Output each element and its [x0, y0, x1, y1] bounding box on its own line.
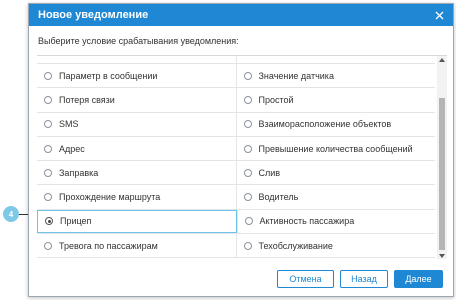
radio-icon[interactable]	[44, 241, 52, 250]
condition-label: Прохождение маршрута	[59, 192, 161, 203]
condition-label: Значение датчика	[258, 70, 334, 81]
condition-row: Заправка Слив	[37, 161, 436, 186]
radio-icon[interactable]	[44, 120, 52, 129]
condition-option[interactable]: Значение датчика	[235, 64, 436, 88]
radio-icon[interactable]	[243, 144, 252, 153]
condition-label: Прицеп	[60, 216, 92, 227]
radio-icon[interactable]	[243, 193, 252, 202]
radio-icon[interactable]	[44, 168, 52, 177]
condition-row: Потеря связи Простой	[37, 88, 436, 113]
condition-label: Превышение количества сообщений	[258, 143, 413, 154]
condition-option[interactable]: Взаиморасположение объектов	[235, 112, 436, 136]
condition-option[interactable]: Активность пассажира	[236, 209, 436, 234]
radio-icon[interactable]	[243, 241, 252, 250]
condition-label: Потеря связи	[59, 94, 115, 105]
condition-label: Водитель	[258, 192, 299, 203]
condition-row: Адрес Превышение количества сообщений	[37, 136, 436, 162]
condition-option[interactable]: Параметр в сообщении	[37, 64, 236, 87]
radio-icon[interactable]	[44, 144, 52, 153]
condition-option[interactable]: Прицеп	[37, 209, 237, 234]
dialog-title: Новое уведомление	[38, 9, 149, 21]
close-icon[interactable]	[433, 9, 445, 21]
new-notification-dialog: Новое уведомление Выберите условие сраба…	[28, 3, 454, 297]
condition-option[interactable]: Заправка	[37, 161, 236, 184]
condition-label: Заправка	[59, 167, 99, 178]
step-number-badge: 4	[3, 206, 19, 222]
radio-icon[interactable]	[243, 71, 252, 80]
condition-option-partial	[37, 56, 236, 64]
condition-option[interactable]: Тревога по пассажирам	[37, 234, 236, 257]
condition-list: Параметр в сообщении Значение датчика Поте…	[37, 55, 447, 259]
condition-label: Простой	[258, 94, 294, 105]
condition-label: Слив	[258, 167, 281, 178]
dialog-footer: Отмена Назад Далее	[277, 270, 443, 288]
dialog-header: Новое уведомление	[29, 4, 453, 26]
condition-option[interactable]: Прохождение маршрута	[37, 185, 236, 208]
scroll-down-arrow-icon[interactable]	[439, 254, 445, 258]
condition-row: Прохождение маршрута Водитель	[37, 185, 436, 210]
condition-row: Параметр в сообщении Значение датчика	[37, 64, 436, 89]
condition-label: SMS	[59, 119, 79, 130]
radio-icon[interactable]	[243, 95, 252, 104]
condition-option[interactable]: Адрес	[37, 137, 236, 160]
condition-label: Тревога по пассажирам	[59, 240, 158, 251]
condition-option[interactable]: Водитель	[235, 185, 436, 209]
next-button[interactable]: Далее	[394, 270, 443, 288]
condition-row	[37, 56, 435, 64]
radio-icon[interactable]	[44, 71, 52, 80]
radio-icon[interactable]	[244, 217, 253, 226]
condition-label: Активность пассажира	[259, 216, 355, 227]
condition-option[interactable]: SMS	[37, 113, 236, 136]
dialog-subtitle: Выберите условие срабатывания уведомлени…	[38, 36, 239, 46]
back-button[interactable]: Назад	[340, 270, 388, 288]
condition-label: Взаиморасположение объектов	[258, 119, 392, 130]
condition-option-partial	[235, 56, 436, 64]
condition-label: Параметр в сообщении	[59, 70, 158, 81]
condition-option[interactable]: Техобслуживание	[235, 234, 436, 258]
radio-icon[interactable]	[243, 120, 252, 129]
condition-label: Адрес	[59, 143, 85, 154]
radio-icon[interactable]	[44, 95, 52, 104]
condition-option[interactable]: Простой	[235, 88, 436, 112]
scrollbar[interactable]	[437, 56, 447, 259]
condition-row: SMS Взаиморасположение объектов	[37, 112, 436, 137]
condition-grid: Параметр в сообщении Значение датчика Поте…	[37, 56, 436, 259]
condition-row: Тревога по пассажирам Техобслуживание	[37, 234, 436, 259]
scroll-up-arrow-icon[interactable]	[439, 58, 445, 62]
condition-option[interactable]: Слив	[235, 161, 436, 185]
radio-icon[interactable]	[243, 168, 252, 177]
radio-icon[interactable]	[44, 193, 52, 202]
scroll-thumb[interactable]	[439, 98, 445, 250]
cancel-button[interactable]: Отмена	[277, 270, 334, 288]
condition-option[interactable]: Потеря связи	[37, 88, 236, 111]
condition-option[interactable]: Превышение количества сообщений	[235, 136, 436, 161]
condition-label: Техобслуживание	[258, 240, 333, 251]
radio-selected-icon[interactable]	[45, 217, 53, 226]
condition-row: Прицеп Активность пассажира	[37, 209, 436, 235]
